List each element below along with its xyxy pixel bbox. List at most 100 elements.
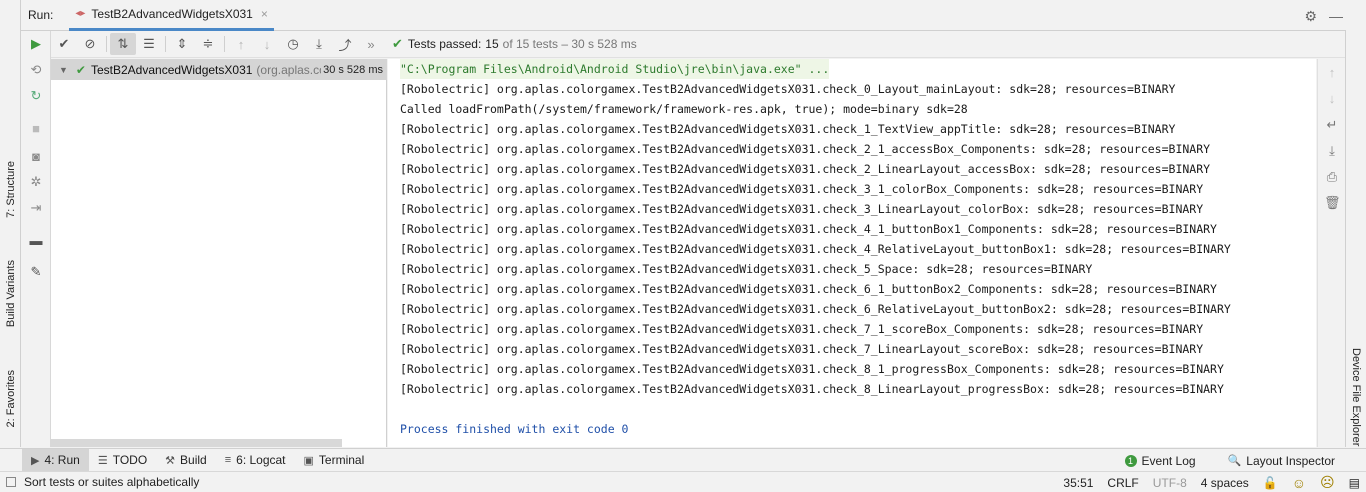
exit-icon[interactable]: ⇥	[27, 199, 45, 217]
right-tool-strip: Device File Explorer	[1345, 30, 1366, 447]
print-icon[interactable]: ⎙	[1324, 169, 1340, 185]
minimize-icon[interactable]: —	[1329, 8, 1343, 25]
toggle-tool-windows-icon[interactable]	[6, 477, 16, 487]
structure-tab[interactable]: 7: Structure	[0, 150, 21, 228]
build-variants-tab-label: Build Variants	[4, 260, 17, 328]
happy-face-icon[interactable]: ☺	[1292, 475, 1306, 491]
layout-inspector-tab[interactable]: 🔍 Layout Inspector	[1219, 449, 1344, 472]
export-tests-icon[interactable]: ⤴	[332, 33, 358, 55]
horizontal-scrollbar[interactable]	[51, 439, 342, 447]
collapse-all-icon[interactable]: ≑	[195, 33, 221, 55]
tests-status: ✔ Tests passed: 15 of 15 tests – 30 s 52…	[392, 36, 637, 52]
run-tool-tab[interactable]: ▶ 4: Run	[22, 448, 89, 472]
rerun-failed-icon[interactable]: ⟲	[27, 61, 45, 79]
caret-position[interactable]: 35:51	[1063, 476, 1093, 490]
file-encoding[interactable]: UTF-8	[1153, 476, 1187, 490]
gear-icon[interactable]: ⚙	[1304, 8, 1317, 25]
import-tests-icon[interactable]: ⤓	[306, 33, 332, 55]
search-icon: 🔍	[1227, 455, 1242, 467]
console-line: [Robolectric] org.aplas.colorgamex.TestB…	[400, 122, 1176, 136]
event-count-badge: 1	[1124, 454, 1137, 467]
trash-icon[interactable]: 🗑	[1324, 195, 1341, 211]
indent-setting[interactable]: 4 spaces	[1201, 476, 1249, 490]
pin-icon[interactable]: ✎	[27, 263, 45, 281]
layout-icon[interactable]: ▬	[27, 231, 45, 249]
soft-wrap-icon[interactable]: ↵	[1324, 117, 1340, 133]
test-toolbar: ✔ ⊘ ⇅ ☰ ⇕ ≑ ↑ ↓ ◷ ⤓ ⤴ » ✔ Tests passed: …	[51, 31, 1345, 58]
down-arrow-icon[interactable]: ↓	[1324, 91, 1340, 107]
console-tools: ↑ ↓ ↵ ⤓ ⎙ 🗑	[1317, 59, 1345, 447]
memory-indicator-icon[interactable]: ▤	[1349, 476, 1360, 490]
stop-icon[interactable]: ■	[27, 119, 45, 137]
console-command-line: "C:\Program Files\Android\Android Studio…	[400, 59, 830, 79]
test-tree: ▼ ✔ TestB2AdvancedWidgetsX031 (org.aplas…	[51, 59, 387, 447]
tests-passed-count: 15	[485, 37, 499, 51]
line-separator[interactable]: CRLF	[1107, 476, 1138, 490]
build-tool-label: Build	[180, 453, 207, 467]
next-failed-icon[interactable]: ↓	[254, 33, 280, 55]
console-line: [Robolectric] org.aplas.colorgamex.TestB…	[400, 362, 1224, 376]
scroll-to-end-icon[interactable]: ⤓	[1324, 143, 1340, 159]
test-duration: 30 s 528 ms	[321, 63, 383, 76]
run-side-toolbar: ▶ ⟲ ↻ ■ ◙ ✲ ⇥ ▬ ✎	[21, 31, 51, 447]
passed-check-icon: ✔	[392, 36, 403, 51]
test-config-icon: ◂▸	[75, 8, 86, 19]
console-output[interactable]: "C:\Program Files\Android\Android Studio…	[388, 59, 1316, 447]
left-tool-strip: 7: Structure Build Variants 2: Favorites	[0, 0, 21, 447]
console-line: [Robolectric] org.aplas.colorgamex.TestB…	[400, 262, 1093, 276]
console-lines: "C:\Program Files\Android\Android Studio…	[400, 59, 1231, 439]
console-line: [Robolectric] org.aplas.colorgamex.TestB…	[400, 202, 1204, 216]
event-log-label: Event Log	[1141, 453, 1196, 468]
settings-gear-icon[interactable]: ✲	[27, 173, 45, 191]
run-tab-label: TestB2AdvancedWidgetsX031	[91, 6, 253, 21]
console-line: [Robolectric] org.aplas.colorgamex.TestB…	[400, 302, 1231, 316]
passed-check-icon: ✔	[75, 62, 86, 77]
expand-all-icon[interactable]: ⇕	[169, 33, 195, 55]
show-ignored-icon[interactable]: ⊘	[77, 33, 103, 55]
todo-tool-label: TODO	[112, 453, 148, 467]
show-passed-icon[interactable]: ✔	[51, 33, 77, 55]
more-chevron-icon[interactable]: »	[358, 33, 384, 55]
test-package-name: (org.aplas.colorgamex)	[256, 62, 328, 77]
list-icon: ☰	[97, 454, 108, 467]
console-line: [Robolectric] org.aplas.colorgamex.TestB…	[400, 282, 1217, 296]
console-line: [Robolectric] org.aplas.colorgamex.TestB…	[400, 322, 1204, 336]
status-bar: Sort tests or suites alphabetically 35:5…	[0, 471, 1366, 492]
lock-icon[interactable]: 🔓	[1263, 476, 1278, 490]
run-config-tab[interactable]: ◂▸ TestB2AdvancedWidgetsX031 ×	[69, 0, 274, 31]
play-icon: ▶	[31, 454, 40, 467]
build-tool-tab[interactable]: ⚒ Build	[156, 449, 216, 472]
favorites-tab-label: 2: Favorites	[4, 370, 17, 428]
logcat-icon: ≡	[224, 454, 232, 466]
bottom-tool-bar: ▶ 4: Run ☰ TODO ⚒ Build ≡ 6: Logcat ▣ Te…	[0, 448, 1366, 472]
up-arrow-icon[interactable]: ↑	[1324, 65, 1340, 81]
console-line: [Robolectric] org.aplas.colorgamex.TestB…	[400, 142, 1211, 156]
tests-detail: of 15 tests – 30 s 528 ms	[502, 37, 637, 51]
todo-tool-tab[interactable]: ☰ TODO	[89, 449, 156, 472]
sort-by-duration-icon[interactable]: ☰	[136, 33, 162, 55]
rerun-icon[interactable]: ▶	[27, 35, 45, 53]
console-line: [Robolectric] org.aplas.colorgamex.TestB…	[400, 182, 1204, 196]
console-line: Called loadFromPath(/system/framework/fr…	[400, 102, 968, 116]
terminal-tool-tab[interactable]: ▣ Terminal	[295, 449, 374, 472]
hammer-icon: ⚒	[165, 454, 176, 467]
history-icon[interactable]: ◷	[280, 33, 306, 55]
build-variants-tab[interactable]: Build Variants	[0, 250, 21, 338]
logcat-tool-label: 6: Logcat	[236, 453, 286, 467]
favorites-tab[interactable]: 2: Favorites	[0, 360, 21, 438]
camera-icon[interactable]: ◙	[27, 147, 45, 165]
console-line: [Robolectric] org.aplas.colorgamex.TestB…	[400, 162, 1211, 176]
test-tree-root-row[interactable]: ▼ ✔ TestB2AdvancedWidgetsX031 (org.aplas…	[51, 59, 387, 80]
toggle-auto-test-icon[interactable]: ↻	[27, 87, 45, 105]
console-line: [Robolectric] org.aplas.colorgamex.TestB…	[400, 222, 1217, 236]
collapse-arrow-icon[interactable]: ▼	[59, 65, 68, 75]
status-message: Sort tests or suites alphabetically	[24, 475, 200, 489]
sad-face-icon[interactable]: ☹	[1320, 474, 1335, 491]
sort-alphabetically-icon[interactable]: ⇅	[110, 33, 136, 55]
console-line: [Robolectric] org.aplas.colorgamex.TestB…	[400, 382, 1224, 396]
event-log-tab[interactable]: 1 Event Log	[1116, 449, 1205, 472]
device-file-explorer-tab[interactable]: Device File Explorer	[1350, 348, 1362, 446]
previous-failed-icon[interactable]: ↑	[228, 33, 254, 55]
logcat-tool-tab[interactable]: ≡ 6: Logcat	[216, 449, 295, 472]
close-icon[interactable]: ×	[261, 7, 268, 21]
